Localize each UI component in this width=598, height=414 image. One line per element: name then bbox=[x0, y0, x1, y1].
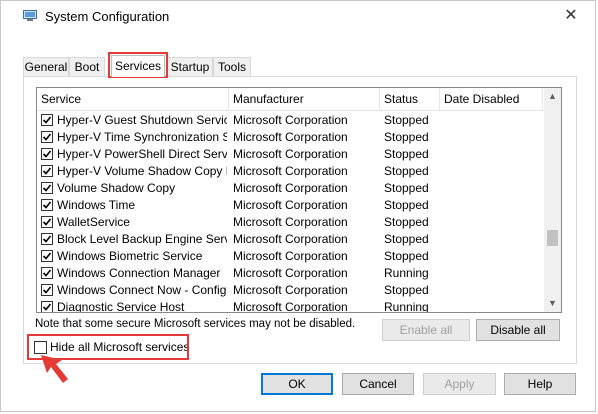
services-list[interactable]: Service Manufacturer Status Date Disable… bbox=[36, 87, 562, 313]
tab-startup[interactable]: Startup bbox=[167, 57, 213, 76]
service-checkbox[interactable] bbox=[41, 301, 53, 312]
tab-boot-label: Boot bbox=[74, 60, 100, 74]
service-name: Windows Time bbox=[57, 198, 136, 212]
service-row[interactable]: Volume Shadow Copy Microsoft Corporation S… bbox=[37, 180, 543, 197]
service-manufacturer: Microsoft Corporation bbox=[233, 113, 348, 127]
service-row[interactable]: Hyper-V Volume Shadow Copy R... Microsoft… bbox=[37, 163, 543, 180]
service-manufacturer: Microsoft Corporation bbox=[233, 266, 348, 280]
service-name: Diagnostic Service Host bbox=[57, 300, 185, 313]
title-bar[interactable]: System Configuration ✕ bbox=[1, 1, 595, 31]
service-name: Windows Biometric Service bbox=[57, 249, 203, 263]
service-name: WalletService bbox=[57, 215, 130, 229]
msconfig-app-icon bbox=[23, 10, 37, 21]
tab-tools[interactable]: Tools bbox=[213, 57, 251, 76]
service-name: Hyper-V Time Synchronization S... bbox=[57, 130, 227, 144]
service-name: Hyper-V PowerShell Direct Service bbox=[57, 147, 227, 161]
service-row[interactable]: Hyper-V Guest Shutdown Service Microsoft … bbox=[37, 112, 543, 129]
service-manufacturer: Microsoft Corporation bbox=[233, 164, 348, 178]
service-status: Stopped bbox=[384, 130, 429, 144]
service-checkbox[interactable] bbox=[41, 216, 53, 228]
tab-startup-label: Startup bbox=[170, 60, 210, 74]
service-checkbox[interactable] bbox=[41, 148, 53, 160]
service-name: Volume Shadow Copy bbox=[57, 181, 176, 195]
list-header: Service Manufacturer Status Date Disable… bbox=[37, 88, 543, 111]
tab-services-label: Services bbox=[114, 59, 161, 73]
window-title: System Configuration bbox=[45, 9, 170, 24]
close-icon[interactable]: ✕ bbox=[559, 5, 583, 27]
service-checkbox[interactable] bbox=[41, 284, 53, 296]
column-header-status[interactable]: Status bbox=[380, 88, 440, 110]
scroll-up-arrow-icon[interactable]: ▲ bbox=[544, 88, 561, 105]
cancel-button[interactable]: Cancel bbox=[342, 373, 414, 395]
service-status: Stopped bbox=[384, 113, 429, 127]
service-name: Block Level Backup Engine Service bbox=[57, 232, 227, 246]
red-arrow-icon bbox=[41, 355, 68, 383]
service-status: Running bbox=[384, 300, 429, 313]
service-manufacturer: Microsoft Corporation bbox=[233, 198, 348, 212]
service-manufacturer: Microsoft Corporation bbox=[233, 249, 348, 263]
tab-general[interactable]: General bbox=[23, 57, 69, 76]
tab-tools-label: Tools bbox=[217, 60, 246, 74]
tab-general-label: General bbox=[24, 60, 68, 74]
service-manufacturer: Microsoft Corporation bbox=[233, 147, 348, 161]
service-status: Stopped bbox=[384, 164, 429, 178]
service-row[interactable]: Windows Connection Manager Microsoft Corp… bbox=[37, 265, 543, 282]
service-row[interactable]: WalletService Microsoft Corporation Stoppe… bbox=[37, 214, 543, 231]
service-checkbox[interactable] bbox=[41, 267, 53, 279]
service-status: Stopped bbox=[384, 147, 429, 161]
service-checkbox[interactable] bbox=[41, 182, 53, 194]
service-name: Hyper-V Volume Shadow Copy R... bbox=[57, 164, 227, 178]
column-header-date-disabled[interactable]: Date Disabled bbox=[440, 88, 543, 110]
service-checkbox[interactable] bbox=[41, 199, 53, 211]
service-manufacturer: Microsoft Corporation bbox=[233, 130, 348, 144]
service-status: Stopped bbox=[384, 249, 429, 263]
help-button[interactable]: Help bbox=[504, 373, 576, 395]
service-checkbox[interactable] bbox=[41, 233, 53, 245]
enable-all-button[interactable]: Enable all bbox=[382, 319, 470, 341]
service-row[interactable]: Diagnostic Service Host Microsoft Corpora… bbox=[37, 299, 543, 313]
secure-services-note: Note that some secure Microsoft services… bbox=[35, 318, 356, 330]
apply-button[interactable]: Apply bbox=[423, 373, 496, 395]
service-row[interactable]: Windows Connect Now - Config ... Microsof… bbox=[37, 282, 543, 299]
service-manufacturer: Microsoft Corporation bbox=[233, 215, 348, 229]
service-checkbox[interactable] bbox=[41, 131, 53, 143]
service-status: Running bbox=[384, 266, 429, 280]
service-row[interactable]: Hyper-V PowerShell Direct Service Microso… bbox=[37, 146, 543, 163]
service-status: Stopped bbox=[384, 198, 429, 212]
service-status: Stopped bbox=[384, 232, 429, 246]
disable-all-button[interactable]: Disable all bbox=[476, 319, 560, 341]
scroll-down-arrow-icon[interactable]: ▼ bbox=[544, 295, 561, 312]
column-header-service[interactable]: Service bbox=[37, 88, 229, 110]
service-name: Hyper-V Guest Shutdown Service bbox=[57, 113, 227, 127]
scrollbar-thumb[interactable] bbox=[547, 230, 558, 247]
service-checkbox[interactable] bbox=[41, 165, 53, 177]
service-status: Stopped bbox=[384, 283, 429, 297]
ok-button[interactable]: OK bbox=[261, 373, 333, 395]
service-status: Stopped bbox=[384, 215, 429, 229]
tab-boot[interactable]: Boot bbox=[69, 57, 105, 76]
service-row[interactable]: Windows Time Microsoft Corporation Stopped bbox=[37, 197, 543, 214]
system-configuration-window: System Configuration ✕ General Boot Serv… bbox=[0, 0, 596, 412]
service-manufacturer: Microsoft Corporation bbox=[233, 283, 348, 297]
vertical-scrollbar[interactable]: ▲ ▼ bbox=[544, 88, 561, 312]
service-manufacturer: Microsoft Corporation bbox=[233, 232, 348, 246]
service-manufacturer: Microsoft Corporation bbox=[233, 300, 348, 313]
service-checkbox[interactable] bbox=[41, 250, 53, 262]
service-row[interactable]: Windows Biometric Service Microsoft Corpo… bbox=[37, 248, 543, 265]
service-row[interactable]: Block Level Backup Engine Service Microso… bbox=[37, 231, 543, 248]
service-checkbox[interactable] bbox=[41, 114, 53, 126]
service-name: Windows Connect Now - Config ... bbox=[57, 283, 227, 297]
tab-services[interactable]: Services bbox=[111, 55, 165, 77]
service-manufacturer: Microsoft Corporation bbox=[233, 181, 348, 195]
service-name: Windows Connection Manager bbox=[57, 266, 221, 280]
column-header-manufacturer[interactable]: Manufacturer bbox=[229, 88, 380, 110]
service-status: Stopped bbox=[384, 181, 429, 195]
service-row[interactable]: Hyper-V Time Synchronization S... Microso… bbox=[37, 129, 543, 146]
